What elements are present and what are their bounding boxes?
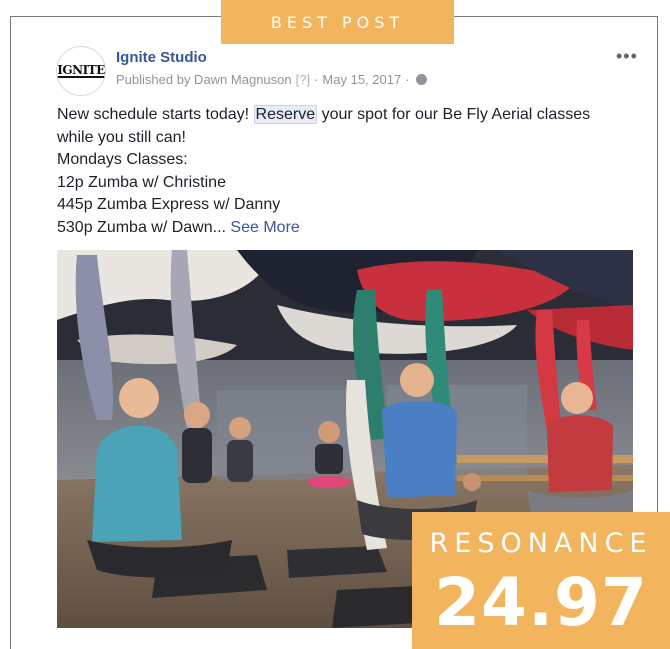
resonance-label: RESONANCE xyxy=(429,528,653,559)
post-text: New schedule starts today! Reserve your … xyxy=(57,104,642,239)
post-text-line-2: while you still can! xyxy=(57,128,186,146)
text-fragment: New schedule starts today! xyxy=(57,106,254,123)
resonance-value: 24.97 xyxy=(434,564,648,641)
page-name-link[interactable]: Ignite Studio xyxy=(116,49,207,66)
more-dots-icon[interactable]: ••• xyxy=(616,46,638,67)
meta-separator: · xyxy=(405,72,410,87)
avatar-logo-text: IGNITE xyxy=(57,63,105,78)
help-mark[interactable]: [?] xyxy=(296,72,310,87)
published-by: Published by Dawn Magnuson xyxy=(116,72,292,87)
post-text-line-6: 530p Zumba w/ Dawn... See More xyxy=(57,217,642,240)
post-text-line-3: Mondays Classes: xyxy=(57,151,188,168)
text-fragment: your spot for our Be Fly Aerial classes xyxy=(317,106,591,123)
post-text-line-5: 445p Zumba Express w/ Danny xyxy=(57,196,281,213)
post-text-line-4: 12p Zumba w/ Christine xyxy=(57,173,226,191)
post-meta: Published by Dawn Magnuson [?] · May 15,… xyxy=(116,72,427,87)
see-more-link[interactable]: See More xyxy=(230,219,299,236)
text-fragment: 530p Zumba w/ Dawn... xyxy=(57,218,226,236)
best-post-label: BEST POST xyxy=(270,12,405,32)
best-post-badge: BEST POST xyxy=(221,0,454,44)
resonance-score-badge: RESONANCE 24.97 xyxy=(412,512,670,649)
globe-icon[interactable] xyxy=(415,74,427,85)
post-date-link[interactable]: May 15, 2017 xyxy=(322,72,401,87)
post-text-line-1: New schedule starts today! Reserve your … xyxy=(57,104,642,127)
page-avatar[interactable]: IGNITE xyxy=(56,46,106,96)
meta-separator: · xyxy=(314,72,319,87)
highlighted-word: Reserve xyxy=(253,105,318,124)
